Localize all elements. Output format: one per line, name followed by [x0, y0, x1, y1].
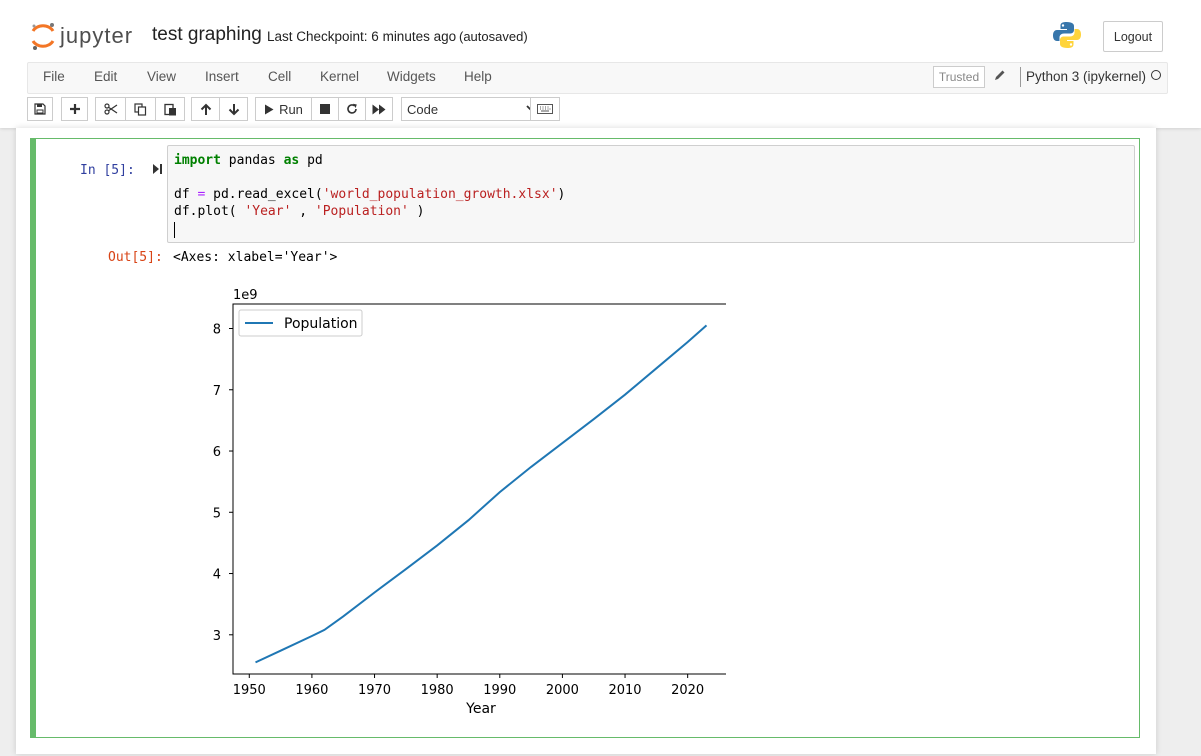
stop-icon	[320, 104, 330, 114]
jupyter-logo[interactable]: jupyter	[30, 20, 133, 52]
y-tick-label: 8	[213, 323, 221, 338]
x-tick-label: 1970	[358, 683, 391, 698]
menu-widgets[interactable]: Widgets	[387, 69, 436, 84]
y-tick-label: 4	[213, 568, 221, 583]
autosave-status: (autosaved)	[459, 29, 528, 44]
move-down-button[interactable]	[219, 97, 248, 121]
checkpoint-status: Last Checkpoint: 6 minutes ago	[267, 29, 457, 44]
restart-kernel-button[interactable]	[338, 97, 366, 121]
save-icon	[34, 103, 46, 115]
cell-type-value: Code	[407, 101, 439, 117]
paste-icon	[163, 103, 176, 115]
x-axis-label: Year	[465, 701, 496, 717]
y-tick-label: 7	[213, 384, 221, 399]
legend: Population	[238, 309, 363, 337]
menu-file[interactable]: File	[43, 69, 65, 84]
menu-help[interactable]: Help	[464, 69, 492, 84]
logo-text: jupyter	[60, 23, 134, 48]
y-tick-label: 6	[213, 445, 221, 460]
arrow-down-icon	[228, 103, 239, 115]
kernel-name[interactable]: Python 3 (ipykernel)	[1026, 69, 1146, 84]
text-cursor	[174, 222, 175, 238]
x-tick-label: 2010	[608, 683, 641, 698]
kernel-separator	[1020, 67, 1021, 87]
paste-cell-button[interactable]	[155, 97, 185, 121]
output-prompt: Out[5]:	[108, 250, 163, 265]
plus-icon	[69, 104, 80, 114]
legend-label-population: Population	[284, 316, 358, 332]
cut-cell-button[interactable]	[95, 97, 126, 121]
scissors-icon	[103, 103, 117, 115]
notebook-container: In [5]: import pandas as pd df = pd.read…	[16, 128, 1156, 754]
code-line-import: import pandas as pd	[174, 153, 323, 168]
menu-bar: File Edit View Insert Cell Kernel Widget…	[27, 62, 1168, 94]
logout-button[interactable]: Logout	[1103, 21, 1163, 52]
y-tick-label: 5	[213, 506, 221, 521]
insert-cell-button[interactable]	[61, 97, 88, 121]
x-tick-label: 1950	[233, 683, 266, 698]
code-line-plot: df.plot( 'Year' , 'Population' )	[174, 204, 425, 219]
x-tick-label: 2000	[546, 683, 579, 698]
python-logo-icon	[1053, 22, 1081, 48]
code-editor[interactable]: import pandas as pd df = pd.read_excel('…	[167, 145, 1135, 243]
keyboard-icon	[537, 104, 553, 114]
copy-cell-button[interactable]	[125, 97, 156, 121]
app-header: jupyter test graphing Last Checkpoint: 6…	[0, 0, 1201, 128]
cell-type-select[interactable]: Code	[401, 97, 546, 121]
edit-pencil-icon[interactable]	[994, 69, 1006, 81]
command-palette-button[interactable]	[530, 97, 560, 121]
interrupt-kernel-button[interactable]	[311, 97, 339, 121]
code-line-read: df = pd.read_excel('world_population_gro…	[174, 187, 566, 202]
run-cell-icon[interactable]	[152, 163, 163, 175]
play-icon	[265, 104, 274, 114]
cell-selection-bar	[31, 139, 36, 737]
trusted-indicator[interactable]: Trusted	[933, 66, 985, 88]
plot-area-frame	[232, 303, 726, 675]
x-tick-label: 1980	[421, 683, 454, 698]
save-button[interactable]	[27, 97, 53, 121]
run-label: Run	[279, 101, 303, 117]
x-tick-label: 1990	[483, 683, 516, 698]
move-up-button[interactable]	[191, 97, 220, 121]
y-tick-label: 3	[213, 629, 221, 644]
kernel-idle-indicator	[1151, 70, 1161, 80]
menu-cell[interactable]: Cell	[268, 69, 291, 84]
restart-run-all-button[interactable]	[365, 97, 393, 121]
menu-kernel[interactable]: Kernel	[320, 69, 359, 84]
input-prompt: In [5]:	[80, 163, 135, 178]
arrow-up-icon	[200, 103, 211, 115]
output-text: <Axes: xlabel='Year'>	[173, 250, 338, 265]
jupyter-logo-icon	[31, 23, 55, 50]
population-line-chart: 1e9 1950 1960 1970 1980 1990 2000 2010 2020 3 4 5 6…	[213, 288, 726, 717]
restart-icon	[347, 103, 357, 114]
x-tick-label: 1960	[295, 683, 328, 698]
run-button[interactable]: Run	[255, 97, 312, 121]
menu-edit[interactable]: Edit	[94, 69, 117, 84]
menu-insert[interactable]: Insert	[205, 69, 239, 84]
notebook-title[interactable]: test graphing	[152, 24, 262, 46]
menu-view[interactable]: View	[147, 69, 176, 84]
fast-forward-icon	[372, 104, 386, 114]
y-offset-label: 1e9	[233, 288, 258, 303]
code-cell[interactable]: In [5]: import pandas as pd df = pd.read…	[30, 138, 1140, 738]
x-tick-label: 2020	[671, 683, 704, 698]
copy-icon	[134, 102, 147, 116]
